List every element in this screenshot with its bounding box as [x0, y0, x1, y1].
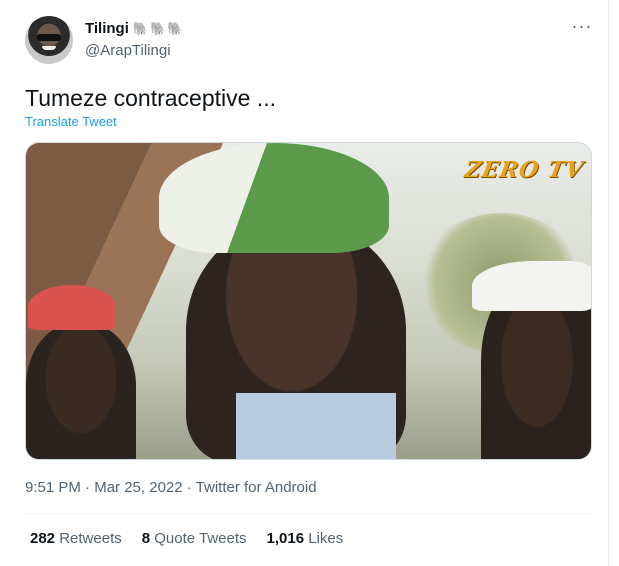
avatar[interactable] — [25, 16, 73, 64]
media-person-left — [26, 323, 136, 459]
likes-count: 1,016 — [266, 530, 305, 547]
tweet-text: Tumeze contraceptive ... — [25, 85, 276, 111]
tweet-source[interactable]: Twitter for Android — [196, 479, 317, 496]
likes-stat[interactable]: 1,016 Likes — [267, 530, 344, 547]
author-name-row[interactable]: Tilingi 🐘🐘🐘 — [85, 20, 184, 37]
avatar-smile — [42, 46, 56, 50]
retweets-stat[interactable]: 282 Retweets — [30, 530, 122, 547]
media-red-cap — [28, 285, 116, 330]
retweets-label: Retweets — [59, 530, 122, 547]
likes-label: Likes — [308, 530, 344, 547]
quote-tweets-label: Quote Tweets — [154, 530, 247, 547]
meta-separator: · — [182, 479, 196, 496]
tweet-card: Tilingi 🐘🐘🐘 @ArapTilingi ··· Tumeze cont… — [0, 0, 609, 566]
tweet-date[interactable]: Mar 25, 2022 — [94, 479, 182, 496]
meta-separator: · — [80, 479, 95, 496]
media-white-cap — [472, 261, 591, 311]
retweets-count: 282 — [30, 530, 56, 547]
avatar-sunglasses — [37, 34, 61, 41]
author-name-emoji: 🐘🐘🐘 — [132, 20, 185, 36]
media-watermark: ZERO TV — [462, 157, 586, 183]
author-display-name[interactable]: Tilingi — [85, 20, 129, 37]
tweet-time[interactable]: 9:51 PM — [25, 479, 81, 496]
media-shirt — [236, 393, 396, 459]
tweet-media-video[interactable]: ZERO TV — [25, 142, 592, 460]
tweet-stats: 282 Retweets 8 Quote Tweets 1,016 Likes — [30, 530, 343, 547]
more-horizontal-icon[interactable]: ··· — [570, 17, 594, 38]
divider — [25, 513, 592, 514]
tweet-meta: 9:51 PM · Mar 25, 2022 · Twitter for And… — [25, 479, 317, 496]
author-handle[interactable]: @ArapTilingi — [85, 42, 171, 59]
quote-tweets-stat[interactable]: 8 Quote Tweets — [142, 530, 247, 547]
media-helmet — [159, 143, 389, 253]
quote-tweets-count: 8 — [141, 530, 151, 547]
translate-tweet-link[interactable]: Translate Tweet — [25, 114, 117, 129]
